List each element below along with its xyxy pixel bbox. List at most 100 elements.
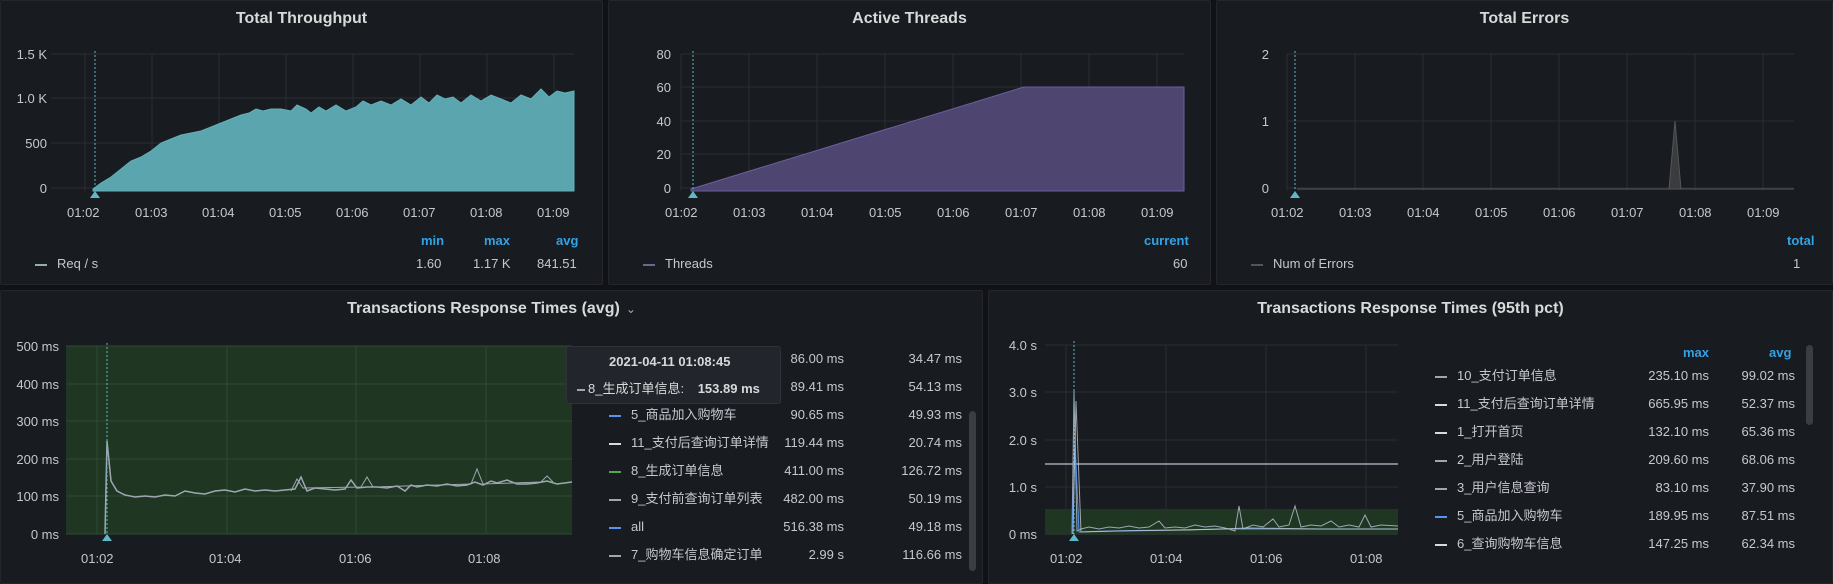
x-tick: 01:06	[937, 205, 970, 220]
legend-avg-value: 99.02 ms	[1741, 368, 1795, 383]
y-tick: 400 ms	[16, 377, 59, 392]
panel-response-times-95: Transactions Response Times (95th pct) 4…	[988, 290, 1833, 584]
y-tick: 0	[39, 181, 47, 196]
x-tick: 01:09	[1747, 205, 1780, 220]
legend-row[interactable]: 5_商品加入购物车 189.95 ms 87.51 ms	[1435, 503, 1795, 529]
x-tick: 01:02	[1050, 551, 1083, 566]
x-tick: 01:08	[470, 205, 503, 220]
x-tick: 01:07	[403, 205, 436, 220]
legend-current-value: 60	[1173, 256, 1188, 271]
legend-label: 6_查询购物车信息	[1457, 536, 1563, 551]
series-color-swatch	[609, 442, 621, 445]
legend-max-value: 1.17 K	[473, 256, 511, 271]
legend-max-value: 147.25 ms	[1648, 536, 1709, 551]
series-color-swatch	[577, 388, 585, 391]
legend-max-value: 235.10 ms	[1648, 368, 1709, 383]
legend-avg-value: 50.19 ms	[908, 491, 962, 506]
legend-avg-value: 37.90 ms	[1741, 480, 1795, 495]
legend-row[interactable]: 5_商品加入购物车 90.65 ms 49.93 ms	[601, 402, 967, 428]
y-tick: 3.0 s	[1008, 385, 1037, 400]
legend-header-total[interactable]: total	[1787, 233, 1814, 248]
y-tick: 40	[656, 114, 671, 129]
y-tick: 0 ms	[1008, 527, 1037, 542]
legend-header-avg[interactable]: avg	[1769, 345, 1791, 360]
legend-header-max[interactable]: max	[1683, 345, 1709, 360]
legend-label: 5_商品加入购物车	[1457, 508, 1563, 523]
y-tick: 1	[1261, 114, 1269, 129]
legend-label: 9_支付前查询订单列表	[631, 491, 763, 506]
panel-total-throughput: Total Throughput 1.5 K 1.0 K 500 0 01:02…	[0, 0, 603, 285]
legend-row[interactable]: 8_生成订单信息 411.00 ms 126.72 ms	[601, 458, 967, 484]
x-tick: 01:04	[1150, 551, 1183, 566]
legend-max-value: 411.00 ms	[784, 463, 844, 478]
legend-label: Num of Errors	[1273, 256, 1354, 271]
x-tick: 01:04	[801, 205, 834, 220]
legend-row[interactable]: 9_支付前查询订单列表 482.00 ms 50.19 ms	[601, 486, 967, 512]
legend-scrollbar[interactable]	[1806, 345, 1813, 425]
legend-item-errors[interactable]: Num of Errors	[1251, 256, 1354, 271]
throughput-chart	[51, 51, 575, 198]
legend-label: all	[631, 519, 645, 534]
legend-scrollbar[interactable]	[969, 411, 976, 571]
x-tick: 01:02	[1271, 205, 1304, 220]
y-tick: 1.5 K	[16, 47, 47, 62]
legend-avg-value: 20.74 ms	[908, 435, 962, 450]
y-tick: 300 ms	[16, 414, 59, 429]
y-tick: 0	[663, 181, 671, 196]
x-tick: 01:03	[733, 205, 766, 220]
legend-header-max[interactable]: max	[484, 233, 510, 248]
legend-row[interactable]: all 516.38 ms 49.18 ms	[601, 514, 967, 540]
panel-response-times-avg: Transactions Response Times (avg) ⌄ 500 m…	[0, 290, 983, 584]
legend-item-threads[interactable]: Threads	[643, 256, 713, 271]
legend-header-avg[interactable]: avg	[556, 233, 578, 248]
legend-label: 11_支付后查询订单详情	[1457, 396, 1595, 411]
legend-row[interactable]: 7_购物车信息确定订单 2.99 s 116.66 ms	[601, 542, 967, 568]
legend-avg-value: 65.36 ms	[1741, 424, 1795, 439]
series-color-swatch	[609, 414, 621, 417]
legend-row[interactable]: 10_支付订单信息 235.10 ms 99.02 ms	[1435, 363, 1795, 389]
legend-header-min[interactable]: min	[421, 233, 444, 248]
legend-avg-value: 841.51	[537, 256, 577, 271]
legend-row[interactable]: 11_支付后查询订单详情 665.95 ms 52.37 ms	[1435, 391, 1795, 417]
legend-max-value: 2.99 s	[808, 547, 844, 562]
x-tick: 01:04	[202, 205, 235, 220]
y-tick: 2.0 s	[1008, 433, 1037, 448]
x-tick: 01:08	[1679, 205, 1712, 220]
legend-max-value: 482.00 ms	[783, 491, 844, 506]
legend-row[interactable]: 3_用户信息查询 83.10 ms 37.90 ms	[1435, 475, 1795, 501]
y-tick: 20	[656, 147, 671, 162]
legend-avg-value: 87.51 ms	[1741, 508, 1795, 523]
y-tick: 4.0 s	[1008, 338, 1037, 353]
x-tick: 01:03	[135, 205, 168, 220]
x-tick: 01:08	[468, 551, 501, 566]
legend-row[interactable]: 2_用户登陆 209.60 ms 68.06 ms	[1435, 447, 1795, 473]
legend-row[interactable]: 6_查询购物车信息 147.25 ms 62.34 ms	[1435, 531, 1795, 557]
legend-max-value: 189.95 ms	[1648, 508, 1709, 523]
x-tick: 01:04	[1407, 205, 1440, 220]
legend-label: Req / s	[57, 256, 99, 271]
legend-avg-value: 116.66 ms	[902, 547, 962, 562]
series-color-swatch	[609, 554, 621, 557]
x-tick: 01:06	[1543, 205, 1576, 220]
legend-row[interactable]: 1_打开首页 132.10 ms 65.36 ms	[1435, 419, 1795, 445]
legend-max-value: 665.95 ms	[1648, 396, 1709, 411]
legend-avg-value: 126.72 ms	[901, 463, 962, 478]
y-tick: 100 ms	[16, 489, 59, 504]
legend-total-value: 1	[1793, 256, 1801, 271]
y-tick: 1.0 s	[1008, 480, 1037, 495]
legend-header-current[interactable]: current	[1144, 233, 1189, 248]
x-tick: 01:04	[209, 551, 242, 566]
legend-row[interactable]: 11_支付后查询订单详情 119.44 ms 20.74 ms	[601, 430, 967, 456]
series-color-swatch	[1435, 459, 1447, 462]
series-color-swatch	[1435, 403, 1447, 406]
legend-min-value: 1.60	[416, 256, 442, 271]
y-tick: 500	[25, 136, 47, 151]
legend-label: 11_支付后查询订单详情	[631, 435, 769, 450]
legend-item-req[interactable]: Req / s	[35, 256, 98, 271]
y-tick: 60	[656, 80, 671, 95]
legend-max-value: 209.60 ms	[1648, 452, 1709, 467]
tooltip-label: 8_生成订单信息:	[588, 381, 685, 396]
legend-avg-value: 49.93 ms	[908, 407, 962, 422]
y-tick: 0	[1261, 181, 1269, 196]
series-color-swatch	[609, 470, 621, 473]
